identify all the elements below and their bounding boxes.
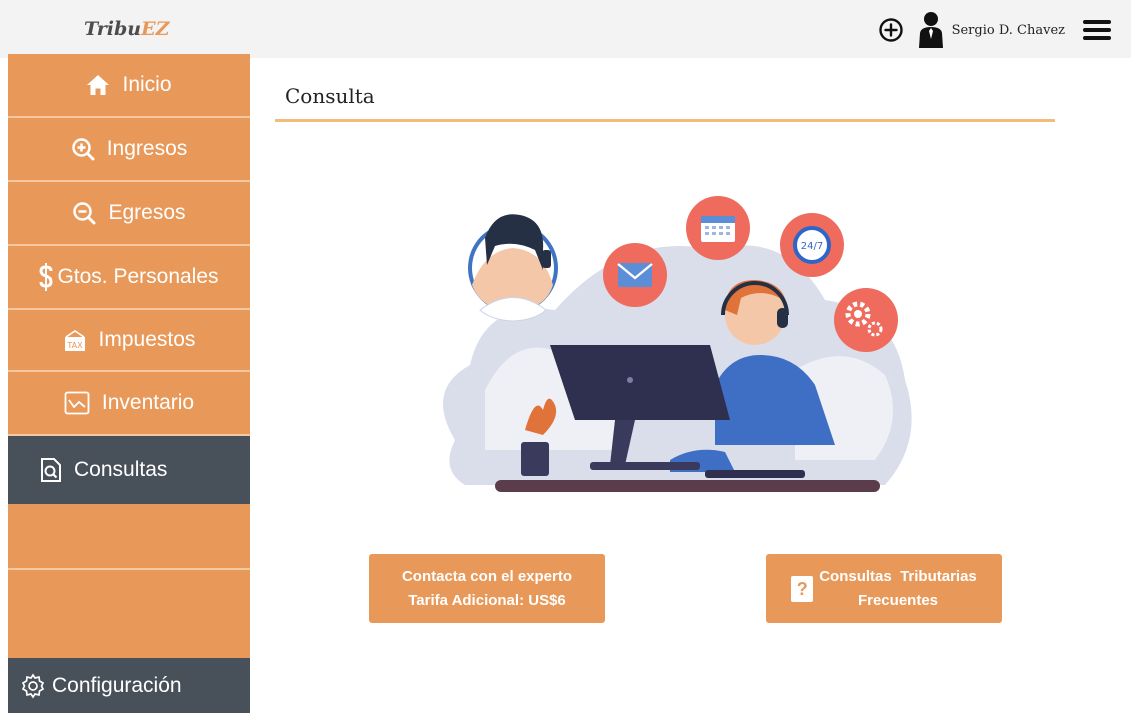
- page-title: Consulta: [285, 84, 375, 108]
- dollar-icon: [39, 262, 53, 292]
- sidebar-item-gtos-personales[interactable]: Gtos. Personales: [8, 246, 250, 310]
- faq-label-line2: Frecuentes: [857, 591, 939, 609]
- sidebar-item-label: Inventario: [101, 391, 195, 414]
- tax-icon: TAX: [63, 328, 87, 352]
- top-bar-actions: Sergio D. Chavez: [878, 10, 1111, 50]
- contact-expert-button[interactable]: Contacta con el experto Tarifa Adicional…: [369, 554, 605, 623]
- user-avatar-icon[interactable]: [918, 11, 944, 49]
- sidebar-item-ingresos[interactable]: Ingresos: [8, 118, 250, 182]
- sidebar-item-label: Ingresos: [106, 137, 188, 160]
- sidebar: Inicio Ingresos Egresos Gtos. Personales…: [8, 54, 250, 713]
- app-logo[interactable]: TribuEZ: [84, 18, 169, 40]
- sidebar-item-label: Configuración: [52, 673, 182, 697]
- svg-text:TAX: TAX: [66, 341, 83, 350]
- sidebar-item-label: Impuestos: [98, 328, 196, 351]
- faq-label: Consultas Tributarias Frecuentes: [819, 565, 977, 613]
- contact-expert-label: Contacta con el experto: [401, 567, 573, 585]
- svg-text:24/7: 24/7: [801, 241, 823, 252]
- gear-icon: [20, 672, 46, 699]
- home-icon: [86, 74, 110, 96]
- sidebar-item-label: Inicio: [122, 73, 172, 96]
- sidebar-item-egresos[interactable]: Egresos: [8, 182, 250, 246]
- customer-support-illustration: 24/7: [425, 190, 925, 500]
- document-search-icon: [40, 457, 62, 483]
- user-name[interactable]: Sergio D. Chavez: [952, 23, 1065, 38]
- zoom-in-icon: [71, 137, 95, 161]
- question-mark-icon: ?: [791, 575, 814, 602]
- title-divider: [275, 119, 1055, 122]
- additional-fee-label: Tarifa Adicional: US$6: [408, 591, 566, 609]
- sidebar-item-label: Egresos: [108, 201, 186, 224]
- zoom-out-icon: [72, 201, 96, 225]
- sidebar-item-consultas[interactable]: Consultas: [8, 436, 250, 506]
- top-bar: TribuEZ Sergio D. Chavez: [0, 0, 1131, 58]
- sidebar-item-configuracion[interactable]: Configuración: [8, 658, 250, 713]
- sidebar-item-inicio[interactable]: Inicio: [8, 54, 250, 118]
- hamburger-menu-icon[interactable]: [1083, 19, 1111, 41]
- sidebar-empty-slot: [8, 506, 250, 570]
- sidebar-item-label: Gtos. Personales: [57, 265, 219, 288]
- faq-button[interactable]: ? Consultas Tributarias Frecuentes: [766, 554, 1002, 623]
- sidebar-item-impuestos[interactable]: TAX Impuestos: [8, 310, 250, 372]
- sidebar-item-inventario[interactable]: Inventario: [8, 372, 250, 436]
- chart-icon: [64, 391, 90, 415]
- add-circle-icon[interactable]: [878, 17, 904, 43]
- sidebar-empty-slot: [8, 570, 250, 658]
- faq-label-line1: Consultas Tributarias: [819, 567, 977, 585]
- sidebar-item-label: Consultas: [74, 458, 168, 481]
